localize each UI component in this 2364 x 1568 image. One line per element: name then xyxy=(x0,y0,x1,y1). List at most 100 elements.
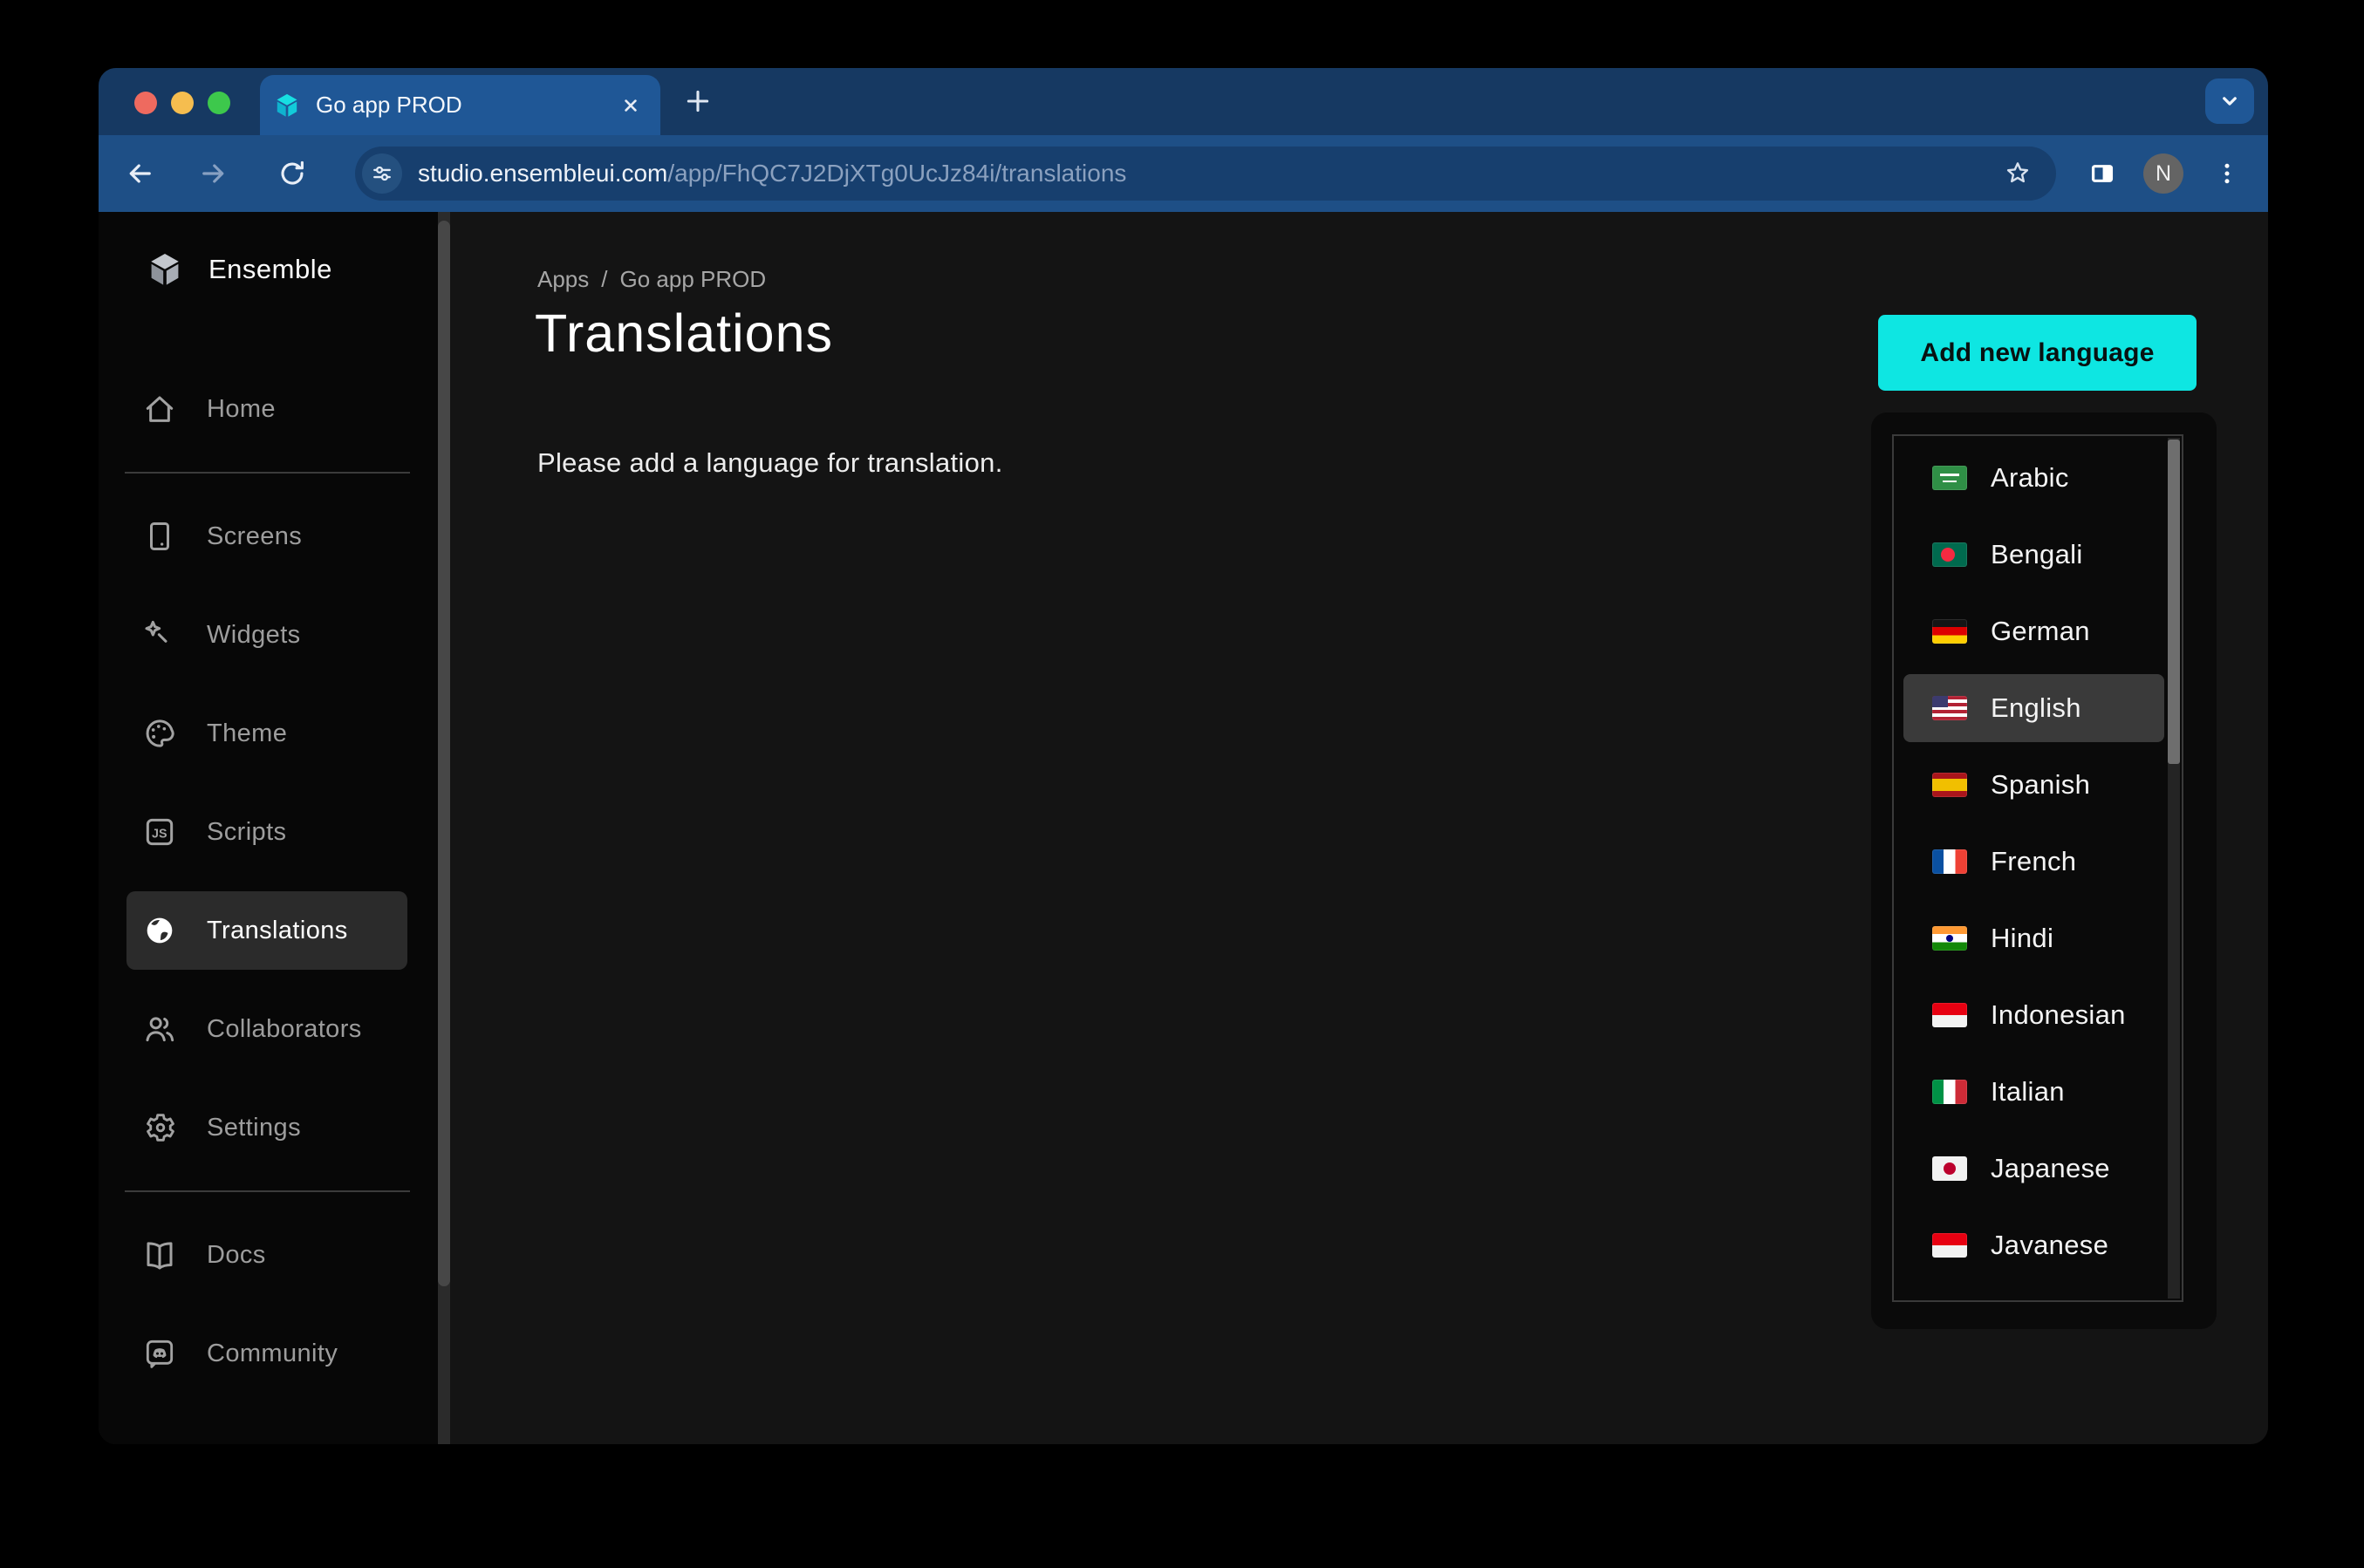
screens-icon xyxy=(142,519,177,554)
breadcrumb: Apps / Go app PROD xyxy=(537,266,766,293)
language-option-javanese[interactable]: Javanese xyxy=(1903,1211,2164,1279)
settings-icon xyxy=(142,1110,177,1145)
language-option-indonesian[interactable]: Indonesian xyxy=(1903,981,2164,1049)
language-option-german[interactable]: German xyxy=(1903,597,2164,665)
sidebar-item-scripts[interactable]: JSScripts xyxy=(126,793,407,871)
empty-state-message: Please add a language for translation. xyxy=(537,447,1003,479)
flag-fr-icon xyxy=(1932,849,1967,874)
sidebar-item-home[interactable]: Home xyxy=(126,370,407,448)
sidebar-nav: Home Screens Widgets Theme JSScripts Translat… xyxy=(99,370,438,1393)
profile-avatar[interactable]: N xyxy=(2143,153,2183,194)
page-title: Translations xyxy=(535,303,833,364)
language-option-bengali[interactable]: Bengali xyxy=(1903,521,2164,589)
new-tab-button[interactable] xyxy=(677,80,719,122)
ensemble-favicon-icon xyxy=(273,92,301,119)
flag-id-icon xyxy=(1932,1233,1967,1258)
window-controls xyxy=(134,92,230,114)
home-icon xyxy=(142,392,177,426)
breadcrumb-separator: / xyxy=(601,266,607,293)
flag-de-icon xyxy=(1932,619,1967,644)
reload-icon xyxy=(277,158,308,189)
browser-tab[interactable]: Go app PROD xyxy=(260,75,660,135)
sidebar-item-collaborators[interactable]: Collaborators xyxy=(126,990,407,1068)
sidebar-item-docs[interactable]: Docs xyxy=(126,1216,407,1294)
browser-toolbar: studio.ensembleui.com/app/FhQC7J2DjXTg0U… xyxy=(99,135,2268,212)
flag-it-icon xyxy=(1932,1080,1967,1104)
language-option-french[interactable]: French xyxy=(1903,828,2164,896)
widgets-icon xyxy=(142,617,177,652)
language-menu-scrollbar-thumb[interactable] xyxy=(2168,440,2180,764)
star-icon xyxy=(2003,159,2033,188)
language-list: Arabic Bengali German English Spanish French H… xyxy=(1894,436,2182,1300)
tab-title: Go app PROD xyxy=(316,92,462,119)
add-new-language-button[interactable]: Add new language xyxy=(1878,315,2197,391)
main-content: Apps / Go app PROD Translations Please a… xyxy=(450,212,2268,1444)
language-menu-scrollbar[interactable] xyxy=(2168,438,2180,1299)
forward-button[interactable] xyxy=(195,154,233,193)
bookmark-button[interactable] xyxy=(1998,154,2037,193)
kebab-menu-icon xyxy=(2214,160,2240,187)
svg-text:JS: JS xyxy=(152,828,167,842)
language-option-spanish[interactable]: Spanish xyxy=(1903,751,2164,819)
side-panel-icon xyxy=(2087,159,2117,188)
brand[interactable]: Ensemble xyxy=(146,250,332,289)
avatar-initial: N xyxy=(2156,161,2171,187)
chevron-down-icon xyxy=(2217,88,2243,114)
flag-jp-icon xyxy=(1932,1156,1967,1181)
tune-icon xyxy=(370,161,394,186)
window-zoom-button[interactable] xyxy=(208,92,230,114)
flag-in-icon xyxy=(1932,926,1967,951)
sidebar-divider xyxy=(125,1190,410,1192)
side-panel-button[interactable] xyxy=(2083,154,2121,193)
url-text: studio.ensembleui.com/app/FhQC7J2DjXTg0U… xyxy=(418,160,1126,187)
browser-window: Go app PROD xyxy=(99,68,2268,1444)
brand-label: Ensemble xyxy=(208,254,332,285)
sidebar: Ensemble Home Screens Widgets Theme JSScript… xyxy=(99,212,438,1444)
flag-bd-icon xyxy=(1932,542,1967,567)
sidebar-item-translations[interactable]: Translations xyxy=(126,891,407,970)
sidebar-item-community[interactable]: Community xyxy=(126,1314,407,1393)
flag-sa-icon xyxy=(1932,466,1967,490)
flag-us-icon xyxy=(1932,696,1967,720)
language-option-arabic[interactable]: Arabic xyxy=(1903,444,2164,512)
tab-close-button[interactable] xyxy=(615,90,646,121)
close-icon xyxy=(619,94,642,117)
flag-es-icon xyxy=(1932,773,1967,797)
browser-menu-button[interactable] xyxy=(2208,154,2246,193)
language-menu: Arabic Bengali German English Spanish French H… xyxy=(1871,412,2217,1329)
plus-icon xyxy=(683,86,713,116)
flag-id-icon xyxy=(1932,1003,1967,1027)
scripts-icon: JS xyxy=(142,815,177,849)
tab-search-button[interactable] xyxy=(2205,78,2254,124)
window-close-button[interactable] xyxy=(134,92,157,114)
sidebar-item-settings[interactable]: Settings xyxy=(126,1088,407,1167)
theme-icon xyxy=(142,716,177,751)
sidebar-scrollbar[interactable] xyxy=(438,212,450,1444)
window-minimize-button[interactable] xyxy=(171,92,194,114)
desktop-background: Go app PROD xyxy=(0,0,2364,1568)
translations-icon xyxy=(142,913,177,948)
tab-strip: Go app PROD xyxy=(99,68,2268,135)
language-option-italian[interactable]: Italian xyxy=(1903,1058,2164,1126)
language-option-english[interactable]: English xyxy=(1903,674,2164,742)
breadcrumb-apps-link[interactable]: Apps xyxy=(537,266,589,293)
reload-button[interactable] xyxy=(273,154,311,193)
address-bar[interactable]: studio.ensembleui.com/app/FhQC7J2DjXTg0U… xyxy=(355,147,2056,201)
ensemble-logo-icon xyxy=(146,250,184,289)
sidebar-item-theme[interactable]: Theme xyxy=(126,694,407,773)
sidebar-scrollbar-thumb[interactable] xyxy=(438,221,450,1286)
site-settings-button[interactable] xyxy=(362,153,402,194)
sidebar-item-widgets[interactable]: Widgets xyxy=(126,596,407,674)
app-content: Ensemble Home Screens Widgets Theme JSScript… xyxy=(99,212,2268,1444)
community-icon xyxy=(142,1336,177,1371)
back-button[interactable] xyxy=(120,154,159,193)
breadcrumb-current: Go app PROD xyxy=(620,266,767,293)
sidebar-item-screens[interactable]: Screens xyxy=(126,497,407,576)
forward-arrow-icon xyxy=(198,158,229,189)
url-domain: studio.ensembleui.com xyxy=(418,160,667,187)
collaborators-icon xyxy=(142,1012,177,1046)
language-option-hindi[interactable]: Hindi xyxy=(1903,904,2164,972)
back-arrow-icon xyxy=(124,158,155,189)
language-option-japanese[interactable]: Japanese xyxy=(1903,1135,2164,1203)
url-path: /app/FhQC7J2DjXTg0UcJz84i/translations xyxy=(667,160,1126,187)
